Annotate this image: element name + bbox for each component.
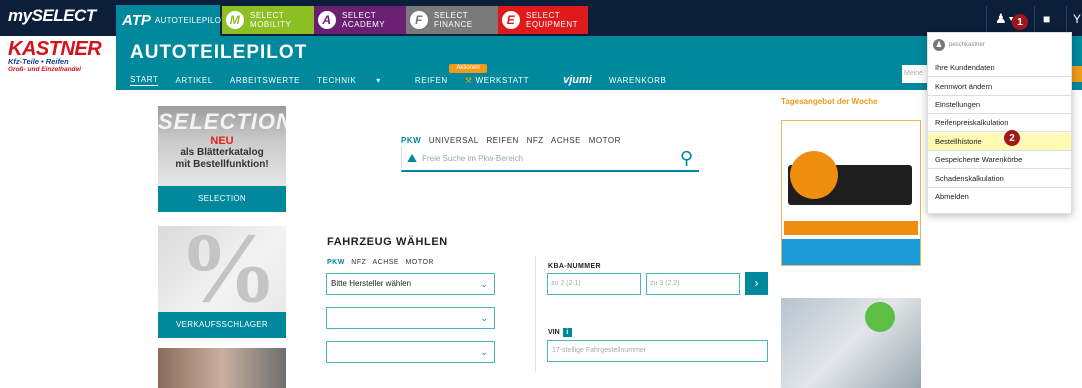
- search-tab-nfz[interactable]: NFZ: [527, 136, 544, 145]
- kba-submit-button[interactable]: ›: [745, 272, 768, 295]
- tab-label: AUTOTEILEPILOT: [154, 16, 227, 25]
- search-type-tabs: PKW UNIVERSAL REIFEN NFZ ACHSE MOTOR: [401, 136, 626, 145]
- page-title: AUTOTEILEPILOT: [130, 42, 308, 63]
- chevron-down-icon: ⌄: [480, 313, 488, 323]
- divider: [535, 256, 536, 372]
- nav-warenkorb[interactable]: WARENKORB: [609, 76, 667, 85]
- chevron-down-icon: ▾: [376, 75, 381, 85]
- search-tab-achse[interactable]: ACHSE: [551, 136, 581, 145]
- werkstatt-icon: ⚒: [464, 75, 473, 85]
- vehicle-tab-motor[interactable]: MOTOR: [406, 259, 434, 266]
- step-marker-1: 1: [1012, 14, 1028, 30]
- nav-arbeitswerte[interactable]: ARBEITSWERTE: [230, 76, 300, 85]
- academy-icon: A: [318, 11, 336, 29]
- tab-select-finance[interactable]: F SELECT FINANCE: [406, 6, 498, 34]
- step-marker-2: 2: [1004, 130, 1020, 146]
- promo-bar: [784, 221, 918, 235]
- nav-reifen[interactable]: REIFEN: [415, 76, 448, 85]
- vehicle-type-tabs: PKW NFZ ACHSE MOTOR: [327, 259, 438, 266]
- menu-item-abmelden[interactable]: Abmelden: [928, 188, 1071, 206]
- menu-item-bestellhistorie[interactable]: Bestellhistorie: [928, 133, 1071, 151]
- atp-logo: ATP: [122, 12, 151, 29]
- user-icon: ♟: [995, 11, 1007, 26]
- tab-select-mobility[interactable]: M SELECT MOBILITY: [222, 6, 314, 34]
- type-select[interactable]: ⌄: [326, 341, 495, 363]
- more-button[interactable]: Y: [1066, 6, 1082, 32]
- chevron-right-icon: ›: [754, 276, 759, 290]
- percent-graphic: %: [178, 226, 278, 312]
- chat-button[interactable]: ■: [1034, 6, 1058, 32]
- car-icon: ⛰: [407, 150, 418, 165]
- verkaufsschlager-button[interactable]: VERKAUFSSCHLAGER: [158, 312, 286, 338]
- main-nav: START ARTIKEL ARBEITSWERTE TECHNIK ▾ REI…: [130, 74, 683, 86]
- tab-select-equipment[interactable]: E SELECT EQUIPMENT: [498, 6, 588, 34]
- daily-offer-title: Tagesangebot der Woche: [781, 97, 878, 106]
- equipment-icon: E: [502, 11, 520, 29]
- menu-item-reifenpreiskalkulation[interactable]: Reifenpreiskalkulation: [928, 114, 1071, 132]
- myselect-logo[interactable]: mySELECT: [8, 6, 112, 30]
- kba-label: KBA-NUMMER: [548, 263, 601, 270]
- search-input[interactable]: ⛰ Freie Suche im Pkw-Bereich ⚲: [401, 146, 699, 172]
- nav-technik[interactable]: TECHNIK ▾: [317, 76, 398, 85]
- kba-field-1[interactable]: zu 2 (2.1): [547, 273, 641, 295]
- info-icon[interactable]: i: [562, 328, 572, 337]
- menu-item-kundendaten[interactable]: Ihre Kundendaten: [928, 59, 1071, 77]
- tab-select-academy[interactable]: A SELECT ACADEMY: [314, 6, 406, 34]
- user-dropdown-menu: ♟ peschkastner Ihre Kundendaten Kennwort…: [927, 32, 1072, 214]
- promo-image[interactable]: [158, 348, 286, 388]
- aktionen-badge: Aktionen: [449, 64, 487, 73]
- kastner-logo[interactable]: KASTNER Kfz-Teile • Reifen Groß- und Ein…: [8, 39, 112, 73]
- vin-input[interactable]: 17-stellige Fahrgestellnummer: [547, 340, 768, 362]
- menu-item-einstellungen[interactable]: Einstellungen: [928, 96, 1071, 114]
- chevron-down-icon: ⌄: [480, 347, 488, 357]
- selection-banner[interactable]: SELECTION NEU als Blätterkatalog mit Bes…: [158, 106, 292, 186]
- chevron-down-icon: ⌄: [480, 279, 488, 289]
- search-icon[interactable]: ⚲: [680, 148, 693, 169]
- nav-artikel[interactable]: ARTIKEL: [175, 76, 212, 85]
- search-tab-motor[interactable]: MOTOR: [589, 136, 621, 145]
- chat-icon: ■: [1043, 12, 1051, 26]
- selection-button[interactable]: SELECTION: [158, 186, 286, 212]
- promo2-title: [781, 284, 891, 292]
- daily-offer-banner[interactable]: [781, 120, 921, 266]
- promo-footer: [782, 239, 920, 265]
- model-select[interactable]: ⌄: [326, 307, 495, 329]
- menu-item-kennwort[interactable]: Kennwort ändern: [928, 78, 1071, 96]
- dropdown-user: ♟ peschkastner: [933, 39, 985, 51]
- header-search-button[interactable]: [1072, 66, 1082, 82]
- vehicle-tab-pkw[interactable]: PKW: [327, 259, 345, 266]
- menu-item-schadenskalkulation[interactable]: Schadenskalkulation: [928, 170, 1071, 188]
- vehicle-tab-nfz[interactable]: NFZ: [351, 259, 366, 266]
- search-tab-reifen[interactable]: REIFEN: [487, 136, 519, 145]
- mobility-icon: M: [226, 11, 244, 29]
- nav-werkstatt[interactable]: ⚒ WERKSTATT: [465, 76, 546, 85]
- finance-icon: F: [410, 11, 428, 29]
- kba-field-2[interactable]: zu 3 (2.2): [646, 273, 740, 295]
- promo-price-badge: [790, 151, 838, 199]
- search-tab-universal[interactable]: UNIVERSAL: [429, 136, 479, 145]
- vehicle-section-title: FAHRZEUG WÄHLEN: [327, 236, 448, 248]
- nav-start[interactable]: START: [130, 75, 159, 86]
- more-icon: Y: [1073, 12, 1082, 26]
- promo-brand: [788, 125, 828, 133]
- vin-label: VIN i: [548, 328, 572, 337]
- verkaufsschlager-banner[interactable]: %: [158, 226, 286, 312]
- avatar-icon: ♟: [933, 39, 945, 51]
- manufacturer-select[interactable]: Bitte Hersteller wählen ⌄: [326, 273, 495, 295]
- header-search-input[interactable]: Meine: [902, 65, 930, 83]
- menu-item-warenkoerbe[interactable]: Gespeicherte Warenkörbe: [928, 151, 1071, 169]
- vehicle-tab-achse[interactable]: ACHSE: [372, 259, 399, 266]
- nav-vjumi[interactable]: vjumi: [563, 74, 592, 86]
- search-tab-pkw[interactable]: PKW: [401, 136, 421, 145]
- promo2-badge: [865, 302, 895, 332]
- tab-autoteilepilot[interactable]: ATP AUTOTEILEPILOT: [116, 5, 226, 36]
- promo2-banner[interactable]: [781, 298, 921, 388]
